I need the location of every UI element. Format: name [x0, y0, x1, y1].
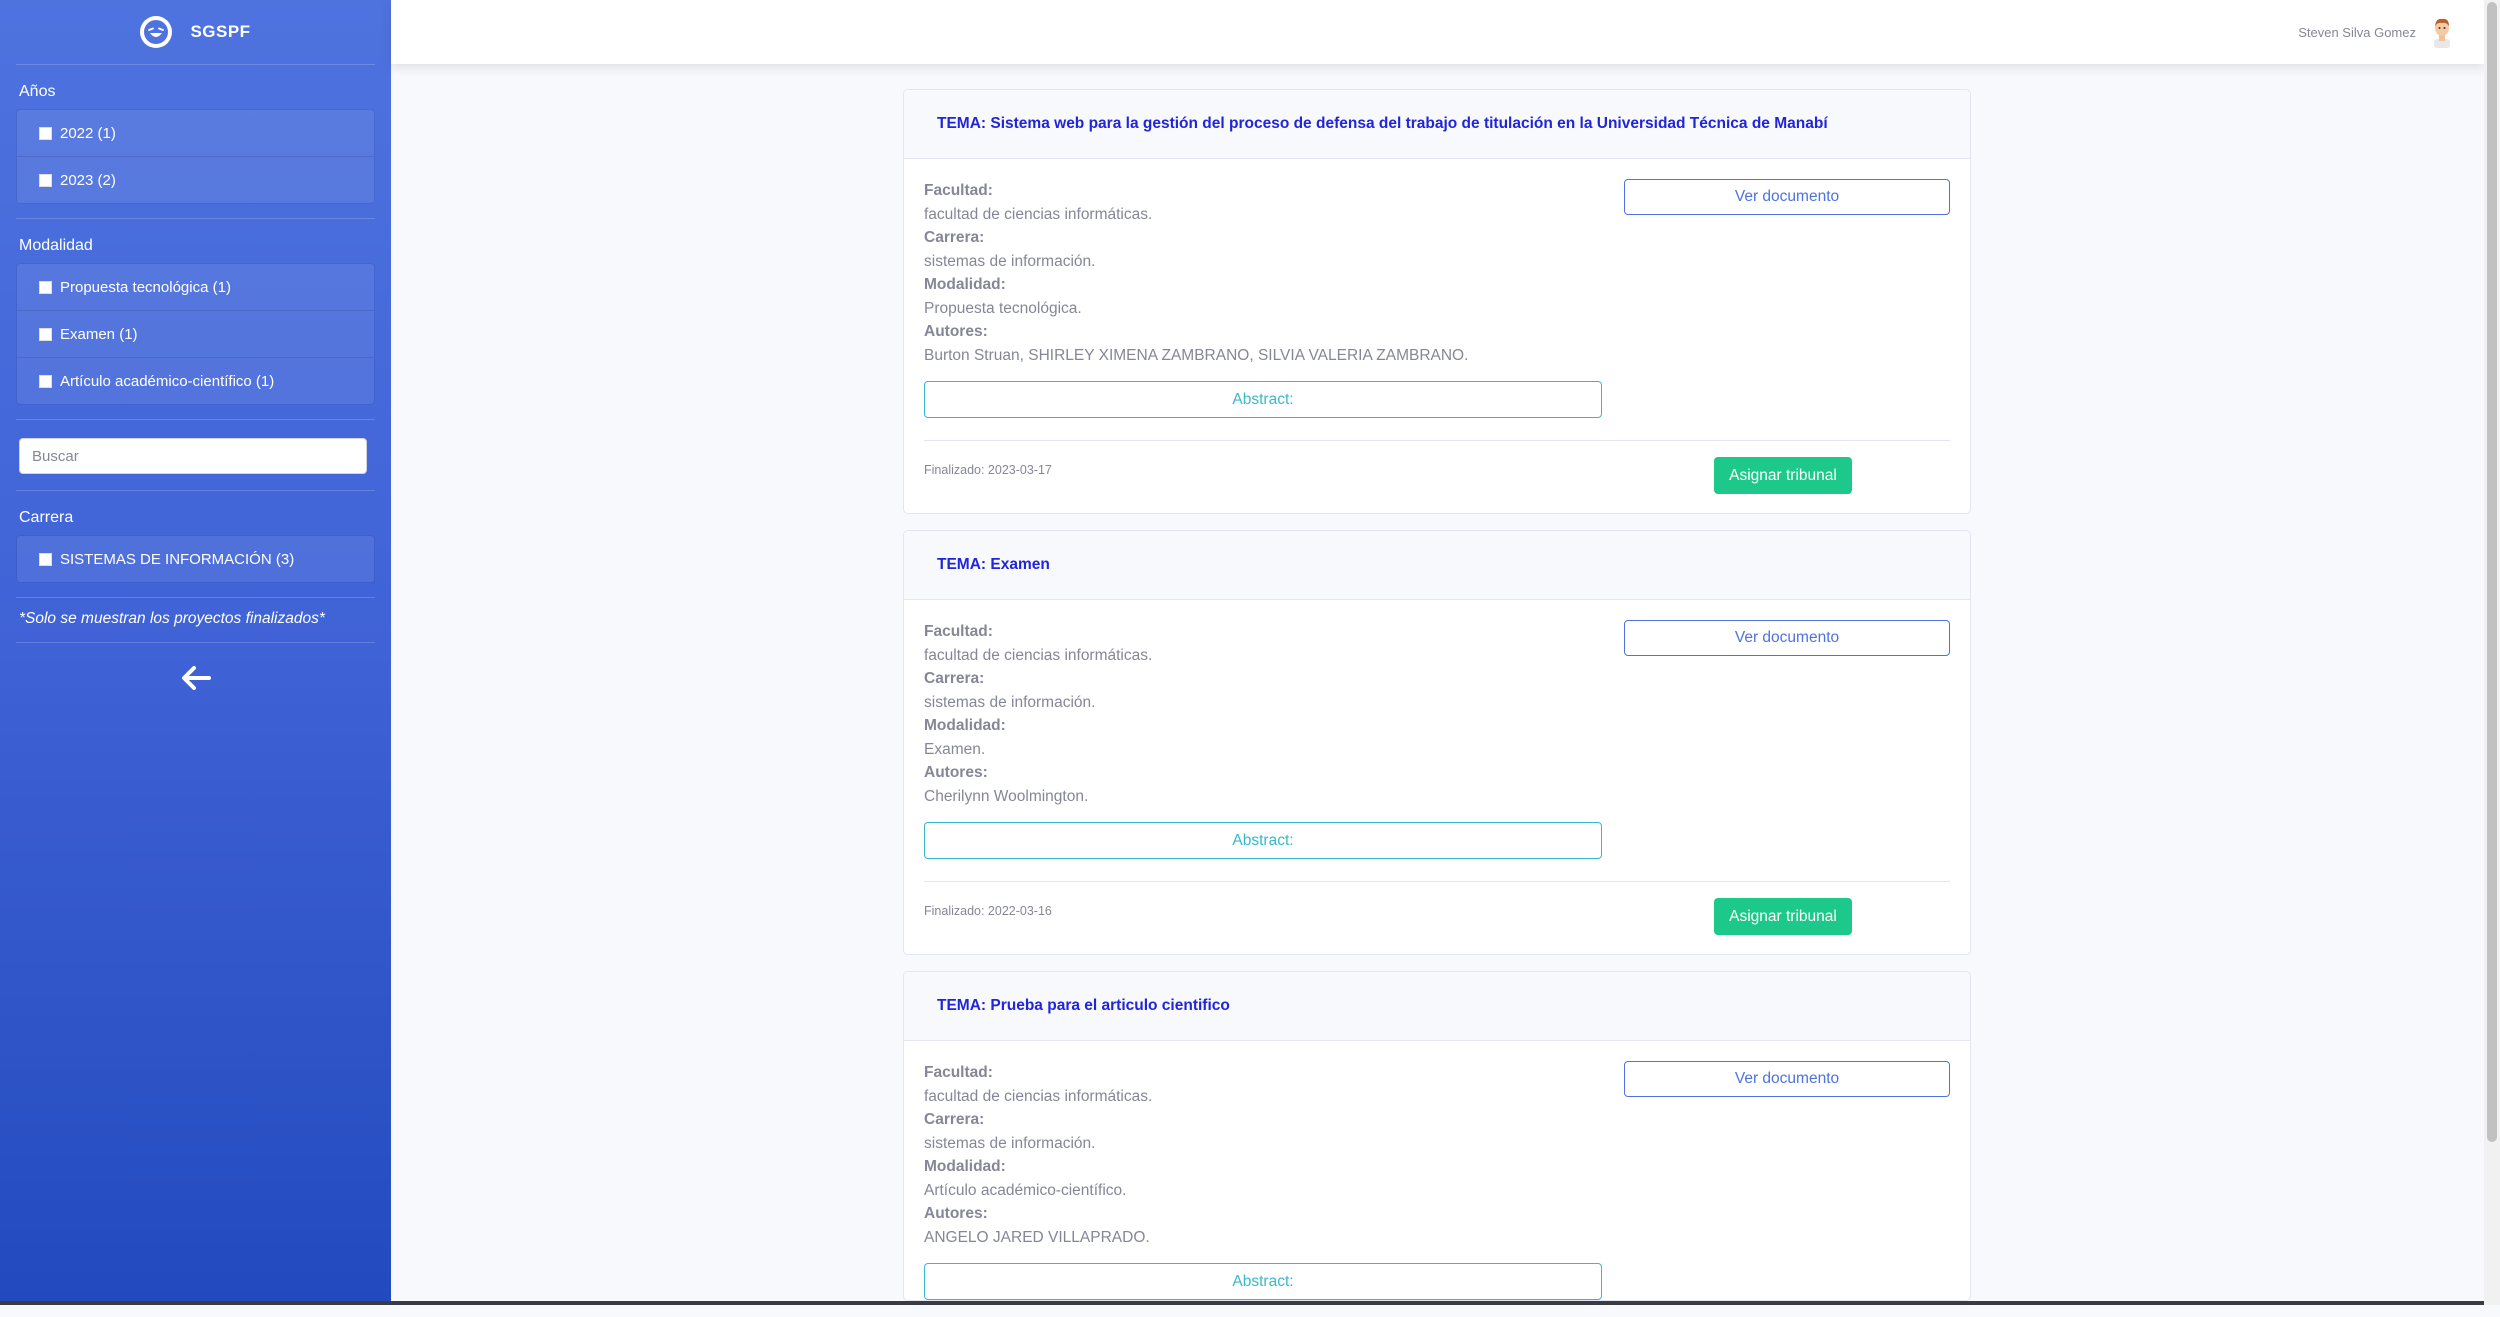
autores-label: Autores: — [924, 323, 988, 340]
modality-filter-group: Propuesta tecnológica (1) Examen (1) Art… — [16, 263, 375, 405]
modalidad-label: Modalidad: — [924, 717, 1006, 734]
filter-label: Artículo académico-científico (1) — [60, 372, 275, 390]
modalidad-value: Propuesta tecnológica. — [924, 299, 1082, 317]
filter-label: SISTEMAS DE INFORMACIÓN (3) — [60, 550, 295, 568]
facultad-label: Facultad: — [924, 182, 993, 199]
facultad-value: facultad de ciencias informáticas. — [924, 646, 1153, 664]
divider — [16, 218, 375, 219]
divider — [16, 64, 375, 65]
facultad-value: facultad de ciencias informáticas. — [924, 1087, 1153, 1105]
brand-name: SGSPF — [190, 22, 251, 41]
topbar: Steven Silva Gomez — [391, 0, 2484, 64]
user-menu[interactable]: Steven Silva Gomez — [2298, 16, 2456, 48]
carrera-label: Carrera: — [924, 670, 985, 687]
filter-label: Examen (1) — [60, 325, 138, 343]
ver-documento-button[interactable]: Ver documento — [1624, 1061, 1950, 1097]
modalidad-label: Modalidad: — [924, 276, 1006, 293]
year-filter-2022[interactable]: 2022 (1) — [17, 110, 374, 157]
checkbox[interactable] — [39, 552, 52, 566]
project-card: TEMA: Sistema web para la gestión del pr… — [903, 89, 1971, 514]
facultad-label: Facultad: — [924, 1064, 993, 1081]
window-bottom-edge — [0, 1301, 2484, 1305]
project-fields: Facultad: facultad de ciencias informáti… — [924, 179, 1604, 418]
modalidad-value: Examen. — [924, 740, 986, 758]
modality-heading: Modalidad — [19, 237, 93, 254]
facultad-value: facultad de ciencias informáticas. — [924, 205, 1153, 223]
projects-list: TEMA: Sistema web para la gestión del pr… — [903, 89, 1971, 1317]
divider — [16, 597, 375, 598]
project-title: TEMA: Examen — [904, 531, 1970, 600]
project-fields: Facultad: facultad de ciencias informáti… — [924, 1061, 1604, 1300]
carrera-label: Carrera: — [924, 1111, 985, 1128]
asignar-tribunal-button[interactable]: Asignar tribunal — [1714, 457, 1852, 494]
project-title: TEMA: Prueba para el articulo cientifico — [904, 972, 1970, 1041]
project-footer: Finalizado: 2023-03-17 Asignar tribunal — [924, 440, 1950, 513]
scrollbar[interactable] — [2484, 0, 2500, 1305]
abstract-button[interactable]: Abstract: — [924, 381, 1602, 418]
modalidad-label: Modalidad: — [924, 1158, 1006, 1175]
divider — [16, 419, 375, 420]
finalized-date: Finalizado: 2022-03-16 — [924, 904, 1052, 918]
project-body: Facultad: facultad de ciencias informáti… — [904, 600, 1970, 859]
autores-label: Autores: — [924, 1205, 988, 1222]
checkbox[interactable] — [39, 327, 52, 341]
project-card: TEMA: Prueba para el articulo cientifico… — [903, 971, 1971, 1301]
carrera-value: sistemas de información. — [924, 693, 1096, 711]
abstract-button[interactable]: Abstract: — [924, 822, 1602, 859]
filter-label: 2023 (2) — [60, 171, 116, 189]
filter-label: Propuesta tecnológica (1) — [60, 278, 231, 296]
autores-value: Burton Struan, SHIRLEY XIMENA ZAMBRANO, … — [924, 346, 1469, 364]
search-input[interactable] — [19, 438, 367, 474]
modality-filter-examen[interactable]: Examen (1) — [17, 311, 374, 358]
facultad-label: Facultad: — [924, 623, 993, 640]
project-body: Facultad: facultad de ciencias informáti… — [904, 159, 1970, 418]
user-name: Steven Silva Gomez — [2298, 24, 2416, 40]
project-title: TEMA: Sistema web para la gestión del pr… — [904, 90, 1970, 159]
career-filter-group: SISTEMAS DE INFORMACIÓN (3) — [16, 535, 375, 583]
laughing-face-icon — [140, 16, 173, 48]
checkbox[interactable] — [39, 126, 52, 140]
checkbox[interactable] — [39, 374, 52, 388]
sidebar-brand[interactable]: SGSPF — [16, 0, 375, 64]
project-footer: Finalizado: 2022-03-16 Asignar tribunal — [924, 881, 1950, 954]
autores-value: ANGELO JARED VILLAPRADO. — [924, 1228, 1150, 1246]
ver-documento-button[interactable]: Ver documento — [1624, 620, 1950, 656]
career-filter-sistemas[interactable]: SISTEMAS DE INFORMACIÓN (3) — [17, 536, 374, 582]
carrera-value: sistemas de información. — [924, 252, 1096, 270]
years-heading: Años — [19, 83, 56, 100]
finalized-note: *Solo se muestran los proyectos finaliza… — [19, 610, 325, 627]
back-arrow-icon[interactable] — [16, 665, 375, 691]
sidebar: SGSPF Años 2022 (1) 2023 (2) Modalidad P… — [0, 0, 391, 1305]
carrera-label: Carrera: — [924, 229, 985, 246]
filter-label: 2022 (1) — [60, 124, 116, 142]
autores-value: Cherilynn Woolmington. — [924, 787, 1089, 805]
carrera-value: sistemas de información. — [924, 1134, 1096, 1152]
project-fields: Facultad: facultad de ciencias informáti… — [924, 620, 1604, 859]
checkbox[interactable] — [39, 280, 52, 294]
years-filter-group: 2022 (1) 2023 (2) — [16, 109, 375, 204]
scrollbar-thumb[interactable] — [2487, 2, 2497, 1142]
ver-documento-button[interactable]: Ver documento — [1624, 179, 1950, 215]
avatar-icon — [2434, 18, 2450, 48]
divider — [16, 642, 375, 643]
divider — [16, 490, 375, 491]
career-heading: Carrera — [19, 509, 74, 526]
checkbox[interactable] — [39, 173, 52, 187]
modality-filter-propuesta[interactable]: Propuesta tecnológica (1) — [17, 264, 374, 311]
asignar-tribunal-button[interactable]: Asignar tribunal — [1714, 898, 1852, 935]
modalidad-value: Artículo académico-científico. — [924, 1181, 1127, 1199]
finalized-date: Finalizado: 2023-03-17 — [924, 463, 1052, 477]
autores-label: Autores: — [924, 764, 988, 781]
project-card: TEMA: Examen Facultad: facultad de cienc… — [903, 530, 1971, 955]
abstract-button[interactable]: Abstract: — [924, 1263, 1602, 1300]
year-filter-2023[interactable]: 2023 (2) — [17, 157, 374, 203]
modality-filter-articulo[interactable]: Artículo académico-científico (1) — [17, 358, 374, 404]
project-body: Facultad: facultad de ciencias informáti… — [904, 1041, 1970, 1300]
